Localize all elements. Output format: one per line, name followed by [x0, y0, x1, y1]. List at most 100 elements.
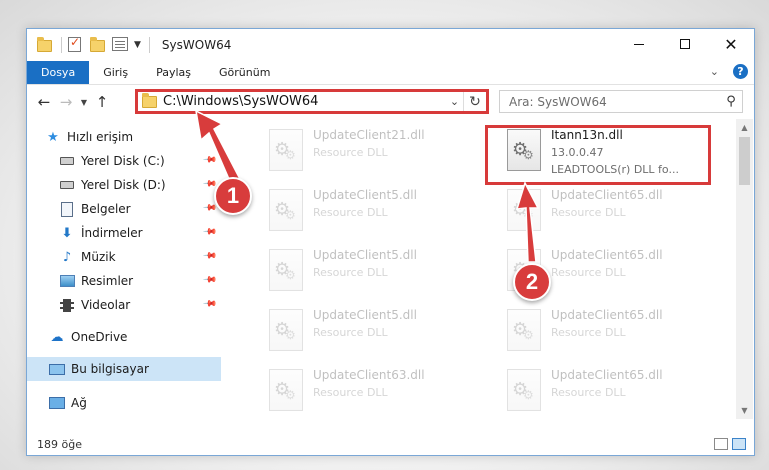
- address-bar[interactable]: C:\Windows\SysWOW64 ⌄ ↻: [135, 89, 489, 114]
- dll-file-icon: [269, 189, 303, 231]
- folder-icon: [37, 37, 53, 53]
- dll-file-icon: [269, 129, 303, 171]
- recent-locations-chevron-icon[interactable]: ▼: [77, 98, 91, 107]
- sidebar-item-label: Yerel Disk (C:): [81, 154, 165, 168]
- item-count: 189 öğe: [37, 437, 82, 451]
- sidebar-item-local-disk-d[interactable]: Yerel Disk (D:) 📌: [27, 173, 221, 197]
- back-arrow-icon[interactable]: ←: [33, 93, 55, 111]
- dll-file-icon: [269, 369, 303, 411]
- pin-icon[interactable]: 📌: [202, 248, 217, 263]
- navigation-pane: ★ Hızlı erişim Yerel Disk (C:) 📌 Yerel D…: [27, 125, 221, 425]
- list-item[interactable]: UpdateClient5.dll Resource DLL: [261, 301, 491, 359]
- pin-icon[interactable]: 📌: [202, 296, 217, 311]
- network-icon: [49, 395, 65, 411]
- sidebar-item-onedrive[interactable]: ☁ OneDrive: [27, 325, 221, 349]
- search-box[interactable]: ⚲: [499, 90, 743, 113]
- file-name: UpdateClient65.dll: [551, 368, 663, 382]
- dll-file-icon: [507, 369, 541, 411]
- window-controls: ✕: [616, 29, 754, 59]
- details-view-icon[interactable]: [714, 438, 728, 450]
- sidebar-item-quick-access[interactable]: ★ Hızlı erişim: [27, 125, 221, 149]
- drive-icon: [59, 177, 75, 193]
- file-type: Resource DLL: [313, 146, 388, 159]
- tab-home[interactable]: Giriş: [89, 61, 142, 84]
- scroll-up-arrow-icon[interactable]: ▲: [736, 119, 753, 136]
- customize-toolbar-chevron-icon[interactable]: ▼: [134, 40, 141, 50]
- scrollbar-thumb[interactable]: [739, 137, 750, 185]
- pin-icon[interactable]: 📌: [202, 272, 217, 287]
- properties-check-icon[interactable]: [68, 35, 84, 53]
- list-item[interactable]: UpdateClient63.dll Resource DLL: [261, 361, 491, 419]
- file-highlight-box: [485, 125, 711, 185]
- file-type: Resource DLL: [313, 206, 388, 219]
- close-icon: ✕: [724, 34, 738, 54]
- file-name: UpdateClient63.dll: [313, 368, 425, 382]
- forward-arrow-icon[interactable]: →: [55, 93, 77, 111]
- file-name: UpdateClient21.dll: [313, 128, 425, 142]
- music-icon: ♪: [62, 249, 72, 265]
- minimize-icon: [634, 43, 644, 45]
- expand-ribbon-chevron-icon[interactable]: ⌄: [710, 65, 719, 78]
- explorer-window: ▼ SysWOW64 ✕ Dosya Giriş Paylaş Görünüm …: [26, 28, 755, 456]
- file-name: UpdateClient65.dll: [551, 308, 663, 322]
- drive-icon: [59, 153, 75, 169]
- address-dropdown-chevron-icon[interactable]: ⌄: [446, 92, 464, 111]
- dll-file-icon: [269, 249, 303, 291]
- sidebar-item-downloads[interactable]: ⬇ İndirmeler 📌: [27, 221, 221, 245]
- view-toggle: [710, 438, 746, 450]
- address-folder-icon: [142, 92, 157, 108]
- file-type: Resource DLL: [313, 386, 388, 399]
- properties-icon[interactable]: [112, 37, 128, 53]
- sidebar-item-pictures[interactable]: Resimler 📌: [27, 269, 221, 293]
- address-path[interactable]: C:\Windows\SysWOW64: [163, 94, 446, 109]
- sidebar-item-documents[interactable]: Belgeler 📌: [27, 197, 221, 221]
- file-name: UpdateClient5.dll: [313, 188, 417, 202]
- ribbon-controls: ⌄ ?: [710, 64, 748, 79]
- sidebar-item-this-pc[interactable]: Bu bilgisayar: [27, 357, 221, 381]
- search-icon[interactable]: ⚲: [720, 94, 742, 109]
- pin-icon[interactable]: 📌: [202, 152, 217, 167]
- sidebar-item-label: Hızlı erişim: [67, 130, 134, 144]
- sidebar-item-music[interactable]: ♪ Müzik 📌: [27, 245, 221, 269]
- tiles-view-icon[interactable]: [732, 438, 746, 450]
- list-item[interactable]: UpdateClient5.dll Resource DLL: [261, 181, 491, 239]
- sidebar-item-label: Belgeler: [81, 202, 131, 216]
- search-input[interactable]: [509, 94, 720, 109]
- dll-file-icon: [507, 189, 541, 231]
- computer-icon: [49, 361, 65, 377]
- sidebar-item-label: OneDrive: [71, 330, 128, 344]
- list-item[interactable]: UpdateClient5.dll Resource DLL: [261, 241, 491, 299]
- toolbar-divider: [61, 37, 62, 53]
- sidebar-item-label: Resimler: [81, 274, 134, 288]
- file-name: UpdateClient65.dll: [551, 248, 663, 262]
- sidebar-item-network[interactable]: Ağ: [27, 391, 221, 415]
- maximize-button[interactable]: [662, 29, 708, 59]
- list-item[interactable]: UpdateClient65.dll Resource DLL: [499, 301, 729, 359]
- status-bar: 189 öğe: [27, 433, 754, 455]
- step-badge-2: 2: [513, 263, 551, 301]
- tab-file[interactable]: Dosya: [27, 61, 90, 84]
- new-folder-icon[interactable]: [90, 37, 106, 53]
- list-item[interactable]: UpdateClient65.dll Resource DLL: [499, 361, 729, 419]
- up-arrow-icon[interactable]: ↑: [91, 93, 113, 111]
- videos-icon: [59, 297, 75, 313]
- close-button[interactable]: ✕: [708, 29, 754, 59]
- file-name: UpdateClient5.dll: [313, 308, 417, 322]
- sidebar-item-label: Ağ: [71, 396, 87, 410]
- pin-icon[interactable]: 📌: [202, 224, 217, 239]
- sidebar-item-videos[interactable]: Videolar 📌: [27, 293, 221, 317]
- vertical-scrollbar[interactable]: ▲ ▼: [736, 119, 753, 419]
- scroll-down-arrow-icon[interactable]: ▼: [736, 402, 753, 419]
- refresh-icon[interactable]: ↻: [464, 94, 486, 110]
- list-item[interactable]: UpdateClient21.dll Resource DLL: [261, 121, 491, 179]
- list-item[interactable]: UpdateClient65.dll Resource DLL: [499, 181, 729, 239]
- step-badge-1: 1: [214, 177, 252, 215]
- file-name: UpdateClient5.dll: [313, 248, 417, 262]
- tab-view[interactable]: Görünüm: [205, 61, 284, 84]
- tab-share[interactable]: Paylaş: [142, 61, 205, 84]
- minimize-button[interactable]: [616, 29, 662, 59]
- star-icon: ★: [47, 129, 59, 145]
- sidebar-item-local-disk-c[interactable]: Yerel Disk (C:) 📌: [27, 149, 221, 173]
- file-type: Resource DLL: [313, 266, 388, 279]
- help-icon[interactable]: ?: [733, 64, 748, 79]
